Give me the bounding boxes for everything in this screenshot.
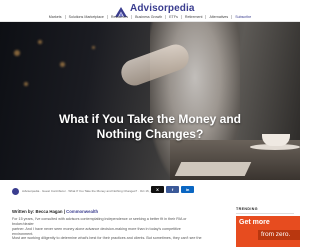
- sidebar-ad[interactable]: Get more from zero.: [236, 216, 300, 247]
- share-facebook-button[interactable]: f: [166, 186, 179, 193]
- main-nav: Markets Solutions Marketplace Resources …: [0, 12, 300, 22]
- trending-divider: [236, 213, 294, 214]
- ad-tagline: from zero.: [258, 230, 300, 240]
- nav-item-markets[interactable]: Markets: [46, 14, 66, 19]
- paragraph-line: Most are working diligently to determine…: [12, 236, 202, 240]
- nav-item-solutions-marketplace[interactable]: Solutions Marketplace: [66, 14, 108, 19]
- article-byline: Written by: Becca Hagan | Commonwealth: [12, 209, 98, 214]
- headline-line-2: Nothing Changes?: [96, 127, 204, 141]
- nav-item-alternatives[interactable]: Alternatives: [206, 14, 233, 19]
- facebook-icon: f: [171, 187, 174, 192]
- share-buttons: X f in: [151, 186, 196, 193]
- bokeh-light: [60, 62, 65, 67]
- headline-line-1: What if You Take the Money and: [58, 112, 241, 126]
- article-headline: What if You Take the Money and Nothing C…: [40, 112, 260, 142]
- trending-heading: TRENDING: [236, 207, 258, 211]
- hero-image: What if You Take the Money and Nothing C…: [0, 22, 300, 180]
- bokeh-light: [92, 46, 95, 49]
- nav-item-retirement[interactable]: Retirement: [182, 14, 207, 19]
- nav-item-subscribe[interactable]: Subscribe: [232, 15, 254, 19]
- byline-company-link[interactable]: Commonwealth: [66, 209, 98, 214]
- nav-item-etfs[interactable]: ETFs: [166, 14, 182, 19]
- article-paragraph: Most are working diligently to determine…: [12, 236, 202, 241]
- ad-headline: Get more: [239, 219, 270, 226]
- nav-item-business-growth[interactable]: Business Growth: [132, 14, 167, 19]
- article-paragraph: For 15 years, I've consulted with adviso…: [12, 217, 202, 237]
- paragraph-line: For 15 years, I've consulted with adviso…: [12, 217, 187, 226]
- paragraph-line: partner. And I have never seen money alo…: [12, 227, 181, 236]
- breadcrumb: Advisorpedia · Guest Contributor · What …: [22, 189, 158, 193]
- author-avatar[interactable]: [12, 187, 19, 195]
- article-meta: Advisorpedia · Guest Contributor · What …: [12, 186, 288, 196]
- bokeh-light: [38, 40, 42, 44]
- x-icon: X: [156, 187, 159, 192]
- bokeh-light: [24, 82, 28, 86]
- top-header: Advisorpedia Markets Solutions Marketpla…: [0, 0, 300, 22]
- nav-item-resources[interactable]: Resources: [108, 14, 133, 19]
- linkedin-icon: in: [185, 187, 190, 192]
- share-linkedin-button[interactable]: in: [181, 186, 194, 193]
- byline-author: Written by: Becca Hagan |: [12, 209, 65, 214]
- bokeh-light: [14, 50, 20, 56]
- notebook: [174, 162, 252, 176]
- share-twitter-button[interactable]: X: [151, 186, 164, 193]
